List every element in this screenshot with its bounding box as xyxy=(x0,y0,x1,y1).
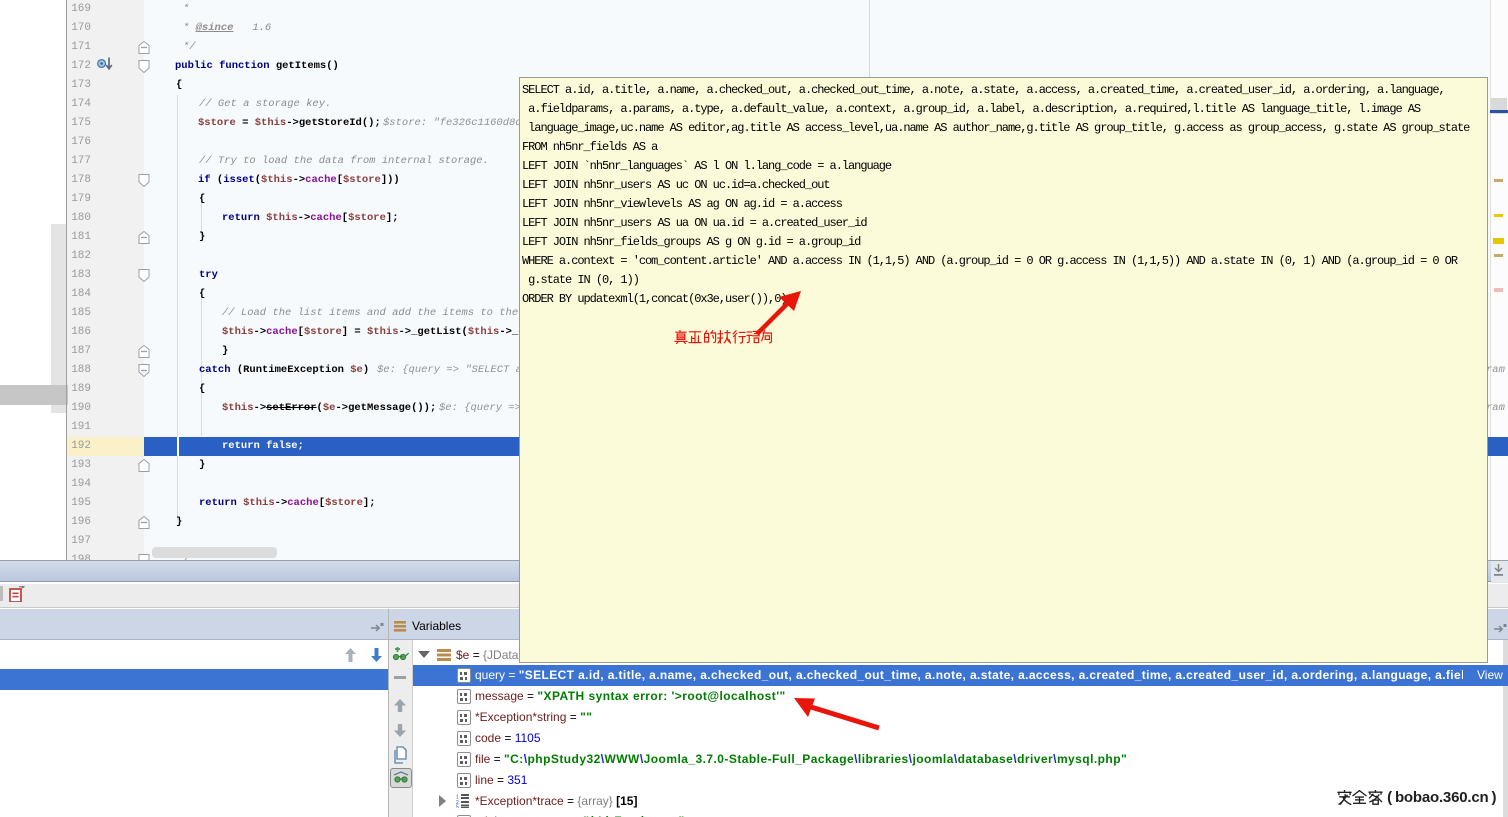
svg-text:5: 5 xyxy=(456,805,459,809)
